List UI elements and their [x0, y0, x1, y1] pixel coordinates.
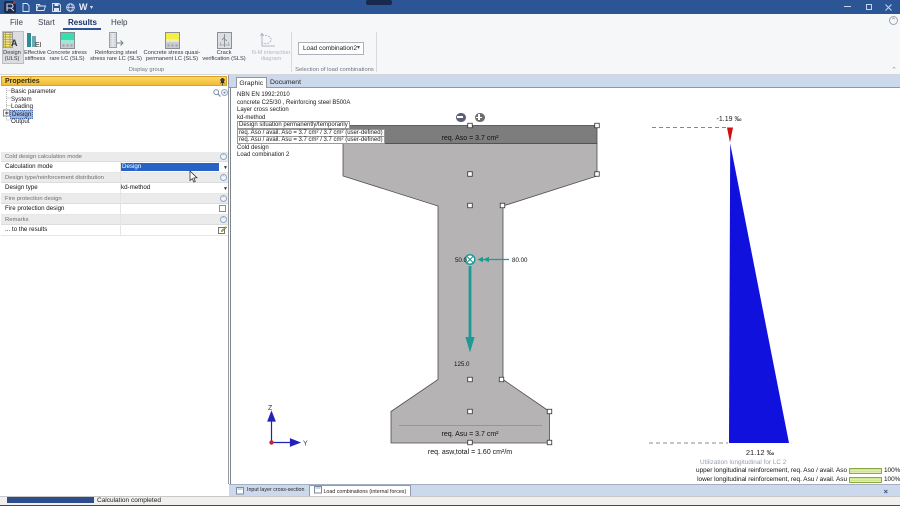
svg-text:-1.19 ‰: -1.19 ‰: [717, 116, 742, 123]
svg-text:EI: EI: [35, 42, 42, 49]
svg-text:A: A: [11, 38, 18, 48]
svg-text:50.0: 50.0: [455, 257, 468, 264]
svg-text:Z: Z: [268, 405, 273, 412]
svg-text:req. Asu = 3.7 cm²: req. Asu = 3.7 cm²: [442, 431, 500, 438]
svg-text:80.00: 80.00: [512, 257, 528, 264]
svg-text:125.0: 125.0: [454, 361, 470, 368]
svg-text:Y: Y: [303, 441, 308, 448]
svg-text:req. Aso = 3.7 cm²: req. Aso = 3.7 cm²: [442, 135, 500, 142]
svg-text:req. asw,total = 1.60 cm²/m: req. asw,total = 1.60 cm²/m: [428, 449, 512, 456]
svg-text:21.12 ‰: 21.12 ‰: [746, 448, 775, 457]
